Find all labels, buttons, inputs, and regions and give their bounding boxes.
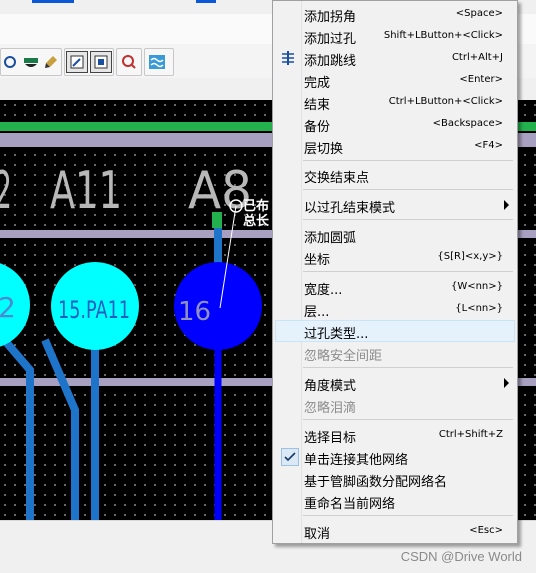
context-menu: 添加拐角 <Space> 添加过孔 Shift+LButton+<Click> … — [272, 0, 518, 544]
menu-item-end[interactable]: 结束 Ctrl+LButton+<Click> — [275, 91, 515, 113]
tooltip-line-2: 总长 — [243, 213, 270, 229]
menu-item-label: 过孔类型... — [304, 327, 369, 342]
menu-item-shortcut: Ctrl+Shift+Z — [438, 429, 503, 440]
menu-item-label: 忽略安全间距 — [304, 349, 383, 364]
menu-item-shortcut: <Space> — [455, 8, 503, 19]
menu-item-shortcut: <Backspace> — [432, 118, 503, 129]
menu-item-shortcut: Shift+LButton+<Click> — [383, 30, 503, 41]
menu-item-shortcut: {L<nn>} — [455, 303, 503, 314]
menu-item-done[interactable]: 完成 <Enter> — [275, 69, 515, 91]
menu-item-shortcut: <F4> — [474, 140, 503, 151]
menu-item-label: 以过孔结束模式 — [304, 201, 396, 216]
tab-indicator — [32, 0, 74, 3]
menu-separator — [303, 219, 513, 220]
menu-item-label: 交换结束点 — [304, 171, 370, 186]
menu-item-swap-endpoints[interactable]: 交换结束点 — [275, 164, 515, 186]
checkmark-icon — [281, 448, 299, 466]
menu-item-rename-current-net[interactable]: 重命名当前网络 — [275, 490, 515, 512]
tab-indicator-2 — [196, 0, 216, 3]
design-rule-check-icon[interactable] — [118, 51, 140, 73]
menu-separator — [303, 367, 513, 368]
menu-item-add-via[interactable]: 添加过孔 Shift+LButton+<Click> — [275, 25, 515, 47]
menu-item-layer-switch[interactable]: 层切换 <F4> — [275, 135, 515, 157]
component-icon[interactable] — [90, 51, 112, 73]
menu-item-end-with-via-mode[interactable]: 以过孔结束模式 — [275, 194, 515, 216]
menu-item-add-jumper[interactable]: 添加跳线 Ctrl+Alt+J — [275, 47, 515, 69]
wave-icon[interactable] — [146, 51, 168, 73]
pad-pa11-label: 15.PA11 — [58, 296, 130, 324]
pad-2-label: 2 — [0, 291, 16, 324]
menu-item-label: 忽略泪滴 — [304, 401, 357, 416]
menu-item-shortcut: <Esc> — [469, 525, 503, 536]
menu-separator — [303, 271, 513, 272]
menu-item-via-type[interactable]: 过孔类型... — [275, 320, 515, 342]
menu-item-shortcut: {W<nn>} — [450, 281, 503, 292]
pcb-label-a11: A11 — [50, 161, 122, 221]
menu-item-ignore-clearance[interactable]: 忽略安全间距 — [275, 342, 515, 364]
menu-item-shortcut: {S[R]<x,y>} — [437, 251, 503, 262]
toolbar-group-misc — [144, 48, 174, 76]
menu-item-label: 单击连接其他网络 — [304, 453, 409, 468]
submenu-arrow-icon — [504, 200, 509, 210]
submenu-arrow-icon — [504, 378, 509, 388]
menu-item-select-target[interactable]: 选择目标 Ctrl+Shift+Z — [275, 424, 515, 446]
menu-item-label: 宽度... — [304, 283, 343, 298]
pcb-label-2: 2 — [0, 161, 12, 221]
menu-separator — [303, 189, 513, 190]
menu-item-shortcut: Ctrl+LButton+<Click> — [388, 96, 503, 107]
menu-item-add-corner[interactable]: 添加拐角 <Space> — [275, 3, 515, 25]
menu-item-label: 基于管脚函数分配网络名 — [304, 475, 448, 490]
menu-item-ignore-teardrop[interactable]: 忽略泪滴 — [275, 394, 515, 416]
toolbar-group-view — [0, 48, 62, 76]
watermark: CSDN @Drive World — [400, 549, 522, 564]
brush-icon[interactable] — [42, 51, 60, 73]
menu-separator — [303, 515, 513, 516]
menu-item-coordinates[interactable]: 坐标 {S[R]<x,y>} — [275, 246, 515, 268]
menu-item-label: 层... — [304, 305, 330, 320]
trace-left — [0, 332, 34, 520]
trace-diagonal — [41, 338, 79, 520]
jumper-icon — [280, 50, 296, 70]
menu-item-width[interactable]: 宽度... {W<nn>} — [275, 276, 515, 298]
menu-item-label: 选择目标 — [304, 431, 357, 446]
menu-item-label: 层切换 — [304, 142, 344, 157]
menu-item-label: 添加过孔 — [304, 32, 357, 47]
menu-item-label: 结束 — [304, 98, 331, 113]
menu-item-assign-net-by-pin-function[interactable]: 基于管脚函数分配网络名 — [275, 468, 515, 490]
menu-item-backup[interactable]: 备份 <Backspace> — [275, 113, 515, 135]
menu-item-label: 角度模式 — [304, 379, 357, 394]
menu-item-label: 完成 — [304, 76, 331, 91]
interactive-route-icon[interactable] — [66, 51, 88, 73]
menu-item-label: 坐标 — [304, 253, 331, 268]
menu-item-label: 添加圆弧 — [304, 231, 357, 246]
menu-item-label: 添加拐角 — [304, 10, 357, 25]
pad-16-label: 16 — [178, 297, 211, 327]
menu-item-shortcut: Ctrl+Alt+J — [451, 52, 503, 63]
menu-item-angle-mode[interactable]: 角度模式 — [275, 372, 515, 394]
view-icon[interactable] — [2, 51, 20, 73]
menu-item-click-connect-other-net[interactable]: 单击连接其他网络 — [275, 446, 515, 468]
menu-separator — [303, 419, 513, 420]
menu-item-cancel[interactable]: 取消 <Esc> — [275, 520, 515, 542]
tooltip-line-1: 已布 — [243, 198, 269, 214]
net-color-icon[interactable] — [22, 51, 40, 73]
menu-item-label: 备份 — [304, 120, 331, 135]
via-marker — [212, 212, 222, 228]
menu-item-label: 添加跳线 — [304, 54, 357, 69]
menu-separator — [303, 160, 513, 161]
menu-item-shortcut: <Enter> — [459, 74, 503, 85]
toolbar-group-drc — [116, 48, 142, 76]
menu-item-layer[interactable]: 层... {L<nn>} — [275, 298, 515, 320]
menu-item-label: 重命名当前网络 — [304, 497, 396, 512]
menu-item-add-arc[interactable]: 添加圆弧 — [275, 224, 515, 246]
toolbar-group-route — [64, 48, 114, 76]
menu-item-label: 取消 — [304, 527, 331, 542]
